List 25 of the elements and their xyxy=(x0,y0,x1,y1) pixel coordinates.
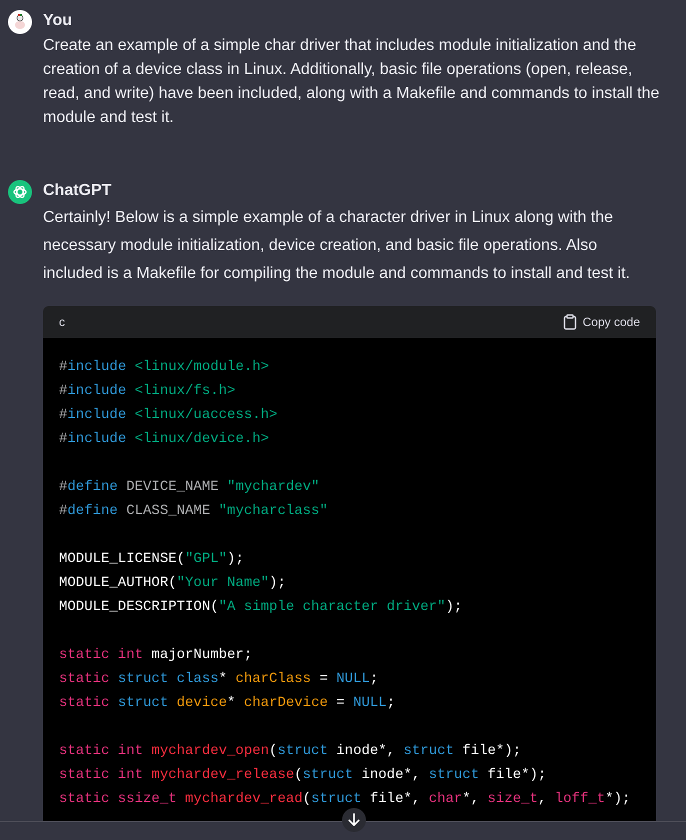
code-line: static struct device* charDevice = NULL; xyxy=(59,695,396,711)
author-name: You xyxy=(43,11,74,31)
code-line: MODULE_LICENSE("GPL"); xyxy=(59,551,244,567)
author-name: ChatGPT xyxy=(43,181,112,201)
message-text: Certainly! Below is a simple example of a character driver in Linux along with the necessary module initialization, device creation, and basic file operations. Also included is a Makefile for compiling the module and commands to install and test it. xyxy=(43,208,631,284)
code-line: #define DEVICE_NAME "mychardev" xyxy=(59,479,320,495)
down-arrow-icon xyxy=(348,813,360,827)
code-line: MODULE_AUTHOR("Your Name"); xyxy=(59,575,286,591)
code-line: static int mychardev_release(struct inode*, struct file*); xyxy=(59,767,546,783)
code-language: c xyxy=(59,315,65,329)
code-line: #include <linux/uaccess.h> xyxy=(59,407,278,423)
chatgpt-logo-icon xyxy=(8,180,32,204)
user-avatar xyxy=(8,10,32,34)
code-line: MODULE_DESCRIPTION("A simple character driver"); xyxy=(59,599,462,615)
message-text: Create an example of a simple char driver that includes module initialization and the creation of a device class in Linux. Additionally, basic file operations (open, release, read, and write) have been included, along with a Makefile and commands to install the module and test it. xyxy=(43,36,660,128)
copy-code-button[interactable]: Copy code xyxy=(562,314,640,330)
code-line: #include <linux/fs.h> xyxy=(59,383,236,399)
code-line: static ssize_t mychardev_read(struct file*, char*, size_t, loff_t*); xyxy=(59,791,630,807)
code-line: static struct class* charClass = NULL; xyxy=(59,671,378,687)
code-line: #include <linux/device.h> xyxy=(59,431,270,447)
code-line: #include <linux/module.h> xyxy=(59,359,270,375)
code-line: static int majorNumber; xyxy=(59,647,252,663)
code-line: static int mychardev_open(struct inode*, struct file*); xyxy=(59,743,522,759)
code-line: #define CLASS_NAME "mycharclass" xyxy=(59,503,328,519)
clipboard-icon xyxy=(562,314,577,330)
